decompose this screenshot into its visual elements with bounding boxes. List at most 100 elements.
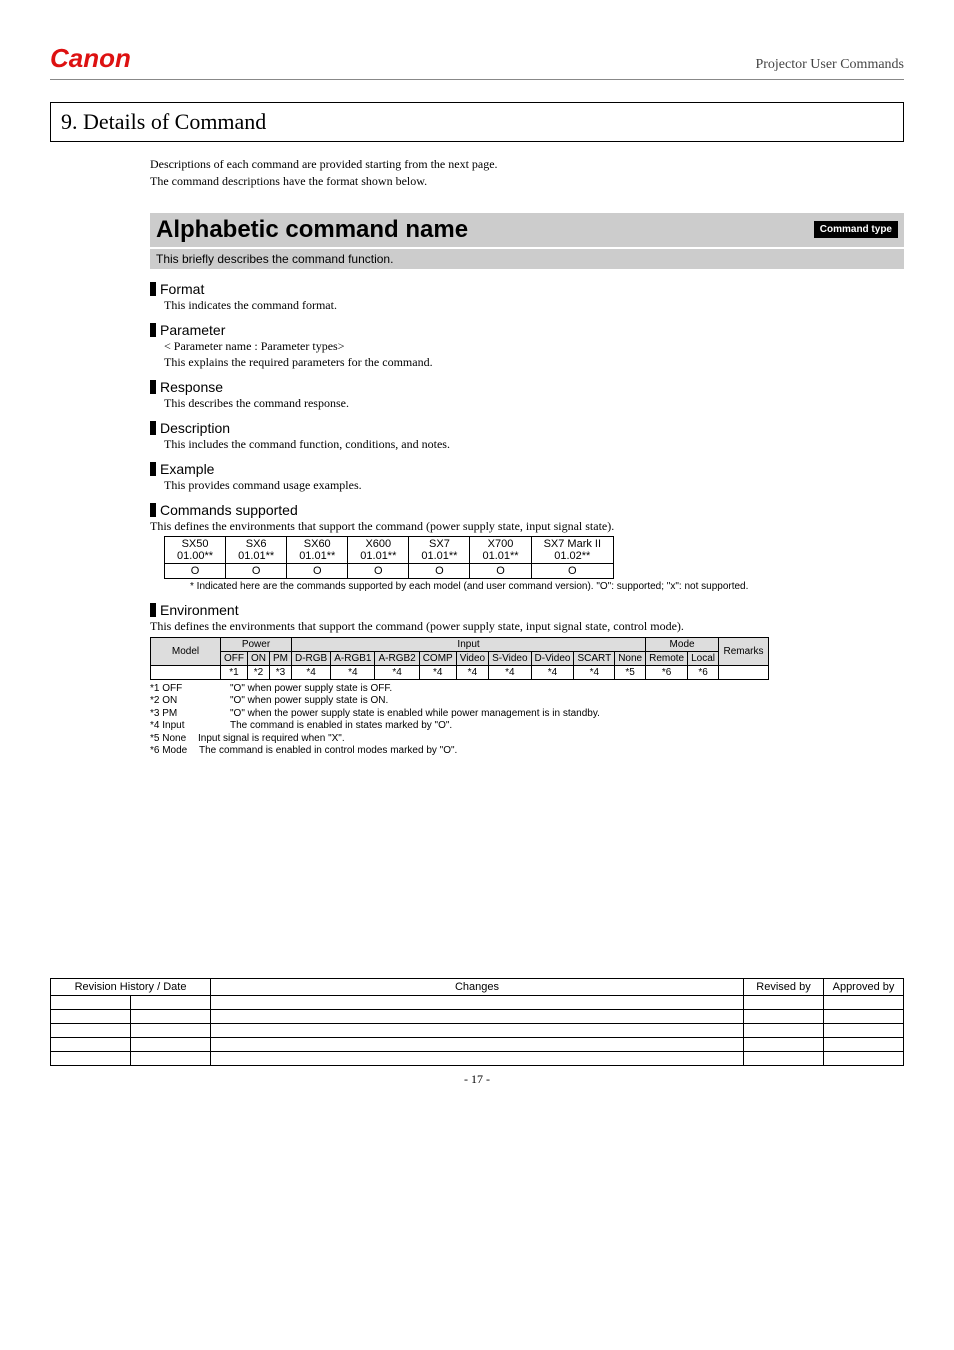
fn-key: *5 None	[150, 733, 198, 746]
supported-note: * Indicated here are the commands suppor…	[190, 581, 904, 594]
sub-argb1: A-RGB1	[331, 651, 375, 665]
fn-val: The command is enabled in control modes …	[199, 745, 457, 758]
fn-val: Input signal is required when "X".	[198, 733, 345, 746]
val-drgb: *4	[292, 665, 331, 679]
format-heading: Format	[160, 281, 204, 297]
fn-val: The command is enabled in states marked …	[230, 720, 452, 733]
val-dvideo: *4	[531, 665, 574, 679]
sub-argb2: A-RGB2	[375, 651, 419, 665]
page-header: Canon Projector User Commands	[50, 45, 904, 80]
svg-text:Canon: Canon	[50, 45, 131, 73]
rev-h3: Revised by	[744, 978, 824, 995]
sub-video: Video	[456, 651, 488, 665]
hdr-mode: Mode	[646, 637, 719, 651]
model-ver: 01.01**	[299, 550, 335, 562]
bullet-bar-icon	[150, 380, 156, 394]
example-body: This provides command usage examples.	[164, 477, 904, 494]
description-heading: Description	[160, 420, 230, 436]
model-ver: 01.01**	[421, 550, 457, 562]
response-body: This describes the command response.	[164, 395, 904, 412]
sub-local: Local	[688, 651, 719, 665]
val-svideo: *4	[489, 665, 531, 679]
command-name: Alphabetic command name	[156, 216, 468, 244]
model-name: X700	[488, 538, 514, 550]
page-number: - 17 -	[50, 1072, 904, 1087]
description-section: Description This includes the command fu…	[150, 420, 904, 453]
parameter-line: < Parameter name : Parameter types>	[164, 338, 904, 355]
response-section: Response This describes the command resp…	[150, 379, 904, 412]
table-row: O O O O O O O	[165, 564, 614, 579]
bullet-bar-icon	[150, 603, 156, 617]
model-val: O	[226, 564, 287, 579]
model-name: SX60	[304, 538, 331, 550]
fn-val: "O" when power supply state is ON.	[230, 695, 388, 708]
section-title-box: 9. Details of Command	[50, 102, 904, 142]
model-val: O	[531, 564, 613, 579]
val-local: *6	[688, 665, 719, 679]
environment-section: Environment This defines the environment…	[150, 602, 904, 758]
sub-pm: PM	[270, 651, 292, 665]
supported-heading: Commands supported	[160, 502, 298, 518]
rev-h1: Revision History / Date	[51, 978, 211, 995]
command-name-row: Alphabetic command name Command type	[150, 213, 904, 247]
val-pm: *3	[270, 665, 292, 679]
environment-table: Model Power Input Mode Remarks OFF ON PM…	[150, 637, 769, 680]
table-row: SX5001.00** SX601.01** SX6001.01** X6000…	[165, 537, 614, 564]
intro-line: The command descriptions have the format…	[150, 173, 904, 190]
model-val: O	[348, 564, 409, 579]
table-row	[51, 1051, 904, 1065]
supported-body: This defines the environments that suppo…	[150, 519, 614, 533]
command-type-badge: Command type	[814, 221, 898, 238]
rev-h2: Changes	[211, 978, 744, 995]
doc-title: Projector User Commands	[755, 57, 904, 73]
model-ver: 01.01**	[238, 550, 274, 562]
bullet-bar-icon	[150, 462, 156, 476]
command-brief: This briefly describes the command funct…	[150, 249, 904, 269]
model-name: SX7	[429, 538, 450, 550]
model-name: SX6	[246, 538, 267, 550]
table-row: Model Power Input Mode Remarks	[151, 637, 769, 651]
model-ver: 01.01**	[482, 550, 518, 562]
sub-off: OFF	[221, 651, 248, 665]
supported-table: SX5001.00** SX601.01** SX6001.01** X6000…	[164, 536, 614, 579]
model-name: SX50	[182, 538, 209, 550]
val-argb1: *4	[331, 665, 375, 679]
example-heading: Example	[160, 461, 214, 477]
table-row: Revision History / Date Changes Revised …	[51, 978, 904, 995]
rev-h4: Approved by	[824, 978, 904, 995]
format-body: This indicates the command format.	[164, 297, 904, 314]
model-name: SX7 Mark II	[544, 538, 601, 550]
fn-key: *3 PM	[150, 708, 230, 721]
model-ver: 01.01**	[360, 550, 396, 562]
val-scart: *4	[574, 665, 615, 679]
hdr-remarks: Remarks	[719, 637, 769, 665]
sub-remote: Remote	[646, 651, 688, 665]
val-argb2: *4	[375, 665, 419, 679]
model-val: O	[470, 564, 531, 579]
environment-footnotes: *1 OFF"O" when power supply state is OFF…	[150, 683, 904, 758]
val-none: *5	[615, 665, 646, 679]
bullet-bar-icon	[150, 503, 156, 517]
fn-val: "O" when power supply state is OFF.	[230, 683, 392, 696]
table-row	[51, 1037, 904, 1051]
parameter-line: This explains the required parameters fo…	[164, 354, 904, 371]
revision-area: Revision History / Date Changes Revised …	[50, 978, 904, 1087]
sub-dvideo: D-Video	[531, 651, 574, 665]
sub-on: ON	[248, 651, 270, 665]
response-heading: Response	[160, 379, 223, 395]
sub-drgb: D-RGB	[292, 651, 331, 665]
table-row	[51, 995, 904, 1009]
sub-scart: SCART	[574, 651, 615, 665]
hdr-input: Input	[292, 637, 646, 651]
example-section: Example This provides command usage exam…	[150, 461, 904, 494]
bullet-bar-icon	[150, 323, 156, 337]
model-val: O	[287, 564, 348, 579]
sub-none: None	[615, 651, 646, 665]
model-ver: 01.02**	[554, 550, 590, 562]
val-off: *1	[221, 665, 248, 679]
command-description-block: Alphabetic command name Command type Thi…	[150, 213, 904, 758]
bullet-bar-icon	[150, 421, 156, 435]
parameter-section: Parameter < Parameter name : Parameter t…	[150, 322, 904, 372]
intro-line: Descriptions of each command are provide…	[150, 156, 904, 173]
environment-body: This defines the environments that suppo…	[150, 618, 904, 635]
